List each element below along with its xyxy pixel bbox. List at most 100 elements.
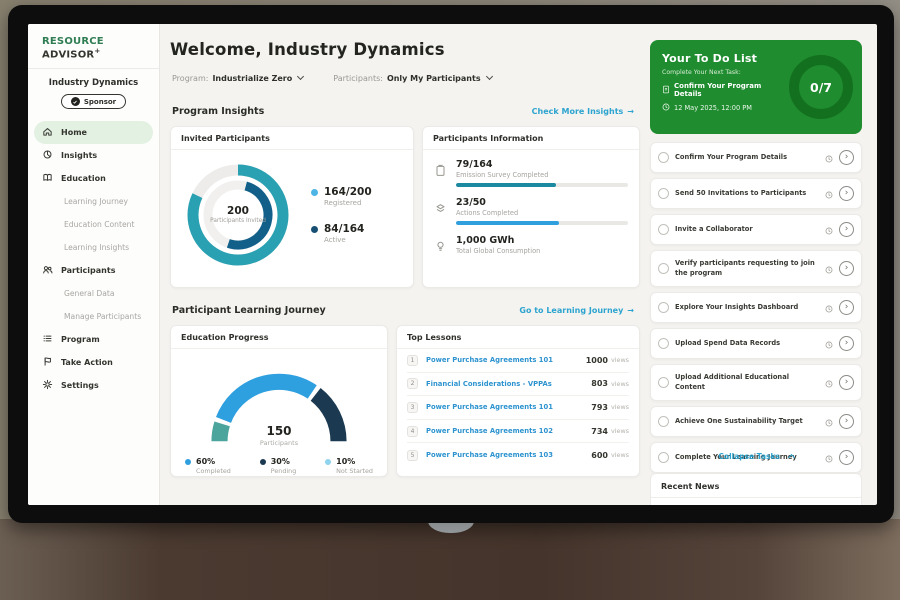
- education-progress-card: Education Progress 150 Participants: [170, 325, 388, 477]
- education-progress-gauge: 150 Participants: [194, 359, 364, 447]
- lesson-link[interactable]: Power Purchase Agreements 101: [426, 356, 586, 364]
- todo-header-card: Your To Do List Complete Your Next Task:…: [650, 40, 862, 134]
- lesson-rank: 3: [407, 402, 418, 413]
- list-icon: [42, 333, 53, 346]
- task-chevron-icon[interactable]: ›: [839, 150, 854, 165]
- task-checkbox[interactable]: [658, 224, 669, 235]
- clock-icon: [825, 259, 833, 278]
- chevron-down-icon: [297, 73, 304, 80]
- lesson-row: 3 Power Purchase Agreements 101 793 view…: [407, 396, 629, 420]
- lesson-row: 5 Power Purchase Agreements 103 600 view…: [407, 443, 629, 467]
- sidebar: RESOURCE ADVISOR+ Industry Dynamics Spon…: [28, 24, 160, 505]
- sponsor-badge[interactable]: Sponsor: [61, 94, 126, 109]
- page-title: Welcome, Industry Dynamics: [170, 40, 445, 59]
- legend-pending: 30% Pending: [260, 457, 297, 475]
- logo-advisor: ADVISOR: [42, 49, 94, 60]
- top-lessons-card: Top Lessons 1 Power Purchase Agreements …: [396, 325, 640, 477]
- todo-due-date: 12 May 2025, 12:00 PM: [674, 104, 752, 112]
- clock-icon: [825, 334, 833, 353]
- lesson-link[interactable]: Financial Considerations - VPPAs: [426, 380, 591, 388]
- sidebar-item-manage-participants[interactable]: Manage Participants: [34, 305, 153, 328]
- todo-task[interactable]: Upload Additional Educational Content ›: [650, 364, 862, 401]
- todo-task[interactable]: Send 50 Invitations to Participants ›: [650, 178, 862, 209]
- sidebar-item-education-content[interactable]: Education Content: [34, 213, 153, 236]
- chevron-down-icon: [486, 73, 493, 80]
- legend-active: 84/164 Active: [311, 223, 372, 244]
- sidebar-item-learning-insights[interactable]: Learning Insights: [34, 236, 153, 259]
- clock-icon: [825, 373, 833, 392]
- task-checkbox[interactable]: [658, 188, 669, 199]
- arrow-right-icon: →: [627, 306, 634, 315]
- legend-dot: [311, 189, 318, 196]
- task-checkbox[interactable]: [658, 152, 669, 163]
- insights-icon: [42, 149, 53, 162]
- emission-survey-progress-bar: [456, 183, 628, 187]
- stat-emission-survey: 79/164 Emission Survey Completed: [434, 159, 628, 187]
- participants-filter[interactable]: Participants:Only My Participants: [333, 74, 491, 83]
- sidebar-item-home[interactable]: Home: [34, 121, 153, 144]
- task-chevron-icon[interactable]: ›: [839, 222, 854, 237]
- legend-completed: 60% Completed: [185, 457, 231, 475]
- sidebar-item-education[interactable]: Education: [34, 167, 153, 190]
- todo-task[interactable]: Verify participants requesting to join t…: [650, 250, 862, 287]
- program-filter[interactable]: Program:Industrialize Zero: [172, 74, 303, 83]
- sponsor-icon: [71, 97, 80, 106]
- invited-participants-card-title: Invited Participants: [171, 127, 413, 150]
- todo-task[interactable]: Upload Spend Data Records ›: [650, 328, 862, 359]
- lesson-rank: 4: [407, 426, 418, 437]
- task-checkbox[interactable]: [658, 302, 669, 313]
- todo-task[interactable]: Invite a Collaborator ›: [650, 214, 862, 245]
- sidebar-item-take-action[interactable]: Take Action: [34, 351, 153, 374]
- task-checkbox[interactable]: [658, 416, 669, 427]
- recent-news-title: Recent News: [651, 474, 861, 498]
- consumption-icon: [434, 235, 448, 257]
- logo-plus: +: [94, 47, 100, 55]
- task-checkbox[interactable]: [658, 338, 669, 349]
- lesson-link[interactable]: Power Purchase Agreements 102: [426, 427, 591, 435]
- stat-global-consumption: 1,000 GWh Total Global Consumption: [434, 235, 628, 257]
- legend-registered: 164/200 Registered: [311, 186, 372, 207]
- recent-news-card: Recent News: [650, 473, 862, 505]
- sidebar-item-settings[interactable]: Settings: [34, 374, 153, 397]
- learning-journey-title: Participant Learning Journey: [172, 305, 326, 316]
- sidebar-item-insights[interactable]: Insights: [34, 144, 153, 167]
- lesson-row: 4 Power Purchase Agreements 102 734 view…: [407, 420, 629, 444]
- task-chevron-icon[interactable]: ›: [839, 375, 854, 390]
- todo-task[interactable]: Explore Your Insights Dashboard ›: [650, 292, 862, 323]
- collapse-tasks-link[interactable]: Collapse Tasks: [650, 452, 862, 461]
- sidebar-item-general-data[interactable]: General Data: [34, 282, 153, 305]
- legend-not-started: 10% Not Started: [325, 457, 373, 475]
- document-icon: [662, 85, 670, 96]
- task-chevron-icon[interactable]: ›: [839, 300, 854, 315]
- gear-icon: [42, 379, 53, 392]
- todo-task[interactable]: Achieve One Sustainability Target ›: [650, 406, 862, 437]
- donut-center-value: 200: [227, 205, 249, 217]
- clock-icon: [825, 298, 833, 317]
- participants-information-card-title: Participants Information: [423, 127, 639, 150]
- sidebar-item-program[interactable]: Program: [34, 328, 153, 351]
- task-checkbox[interactable]: [658, 377, 669, 388]
- todo-task[interactable]: Confirm Your Program Details ›: [650, 142, 862, 173]
- sidebar-item-learning-journey[interactable]: Learning Journey: [34, 190, 153, 213]
- clock-icon: [825, 220, 833, 239]
- gauge-completed-segment: [223, 382, 312, 420]
- task-chevron-icon[interactable]: ›: [839, 336, 854, 351]
- go-to-learning-journey-link[interactable]: Go to Learning Journey→: [519, 306, 634, 315]
- task-chevron-icon[interactable]: ›: [839, 186, 854, 201]
- gauge-center-label: Participants: [194, 439, 364, 447]
- people-icon: [42, 264, 53, 277]
- clock-icon: [825, 148, 833, 167]
- survey-icon: [434, 159, 448, 187]
- task-chevron-icon[interactable]: ›: [839, 414, 854, 429]
- lesson-rank: 2: [407, 378, 418, 389]
- lesson-link[interactable]: Power Purchase Agreements 101: [426, 403, 591, 411]
- dashboard-screen: RESOURCE ADVISOR+ Industry Dynamics Spon…: [28, 24, 877, 505]
- task-checkbox[interactable]: [658, 263, 669, 274]
- lesson-link[interactable]: Power Purchase Agreements 103: [426, 451, 591, 459]
- arrow-right-icon: →: [627, 107, 634, 116]
- legend-dot: [311, 226, 318, 233]
- sidebar-item-participants[interactable]: Participants: [34, 259, 153, 282]
- check-more-insights-link[interactable]: Check More Insights→: [532, 107, 634, 116]
- todo-task-list: Confirm Your Program Details › Send 50 I…: [650, 142, 862, 473]
- task-chevron-icon[interactable]: ›: [839, 261, 854, 276]
